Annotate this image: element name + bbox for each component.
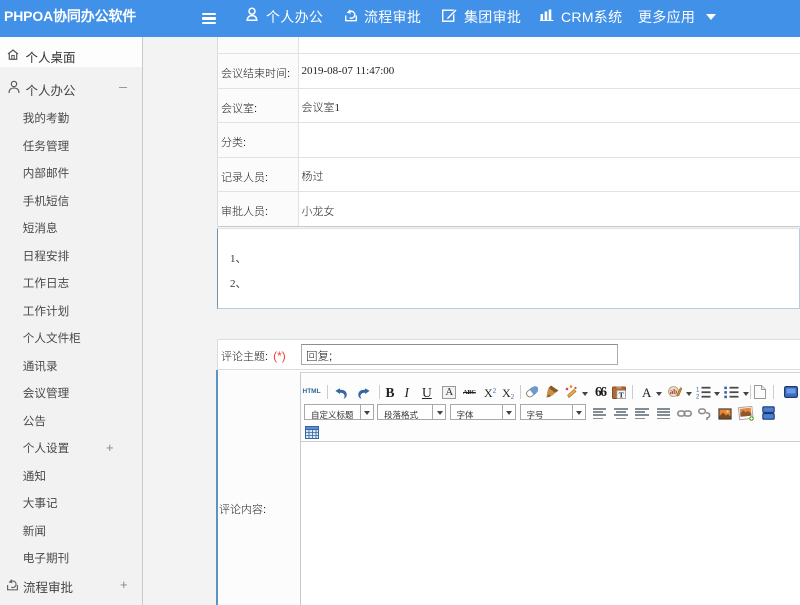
svg-text:2: 2 xyxy=(696,394,700,399)
svg-text:ab: ab xyxy=(670,388,678,396)
svg-text:1: 1 xyxy=(696,387,700,393)
svg-text:T: T xyxy=(619,391,624,400)
